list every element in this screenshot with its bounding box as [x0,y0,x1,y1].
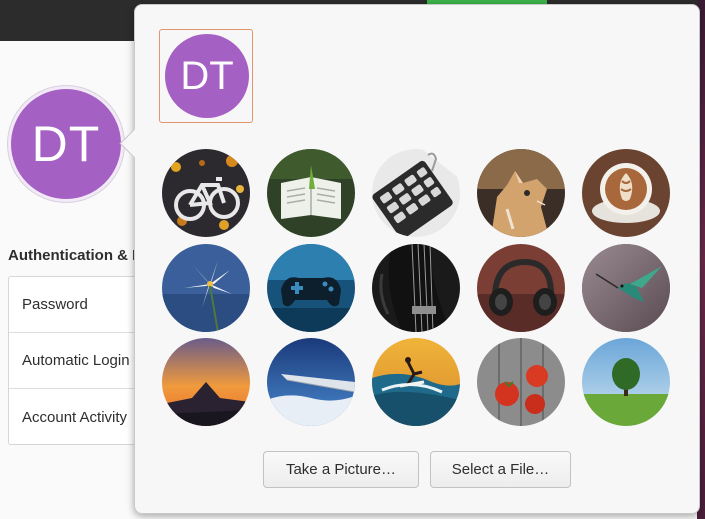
avatar-picture-grid [162,149,672,427]
avatar-option-tree[interactable] [582,338,670,426]
hummingbird-picture-icon [582,244,670,332]
avatar-option-plane[interactable] [267,338,355,426]
book-picture-icon [267,149,355,237]
avatar-option-tomatoes[interactable] [477,338,565,426]
password-label: Password [22,296,88,313]
select-file-button[interactable]: Select a File… [430,451,571,488]
screen: DT Authentication & Login Password Autom… [0,0,705,519]
select-file-label: Select a File… [451,461,550,478]
tree-picture-icon [582,338,670,426]
headphones-picture-icon [477,244,565,332]
mountain-picture-icon [162,338,250,426]
current-avatar-option[interactable]: DT [159,29,253,123]
avatar-option-surfer[interactable] [372,338,460,426]
surfer-picture-icon [372,338,460,426]
guitar-picture-icon [372,244,460,332]
avatar-option-hummingbird[interactable] [582,244,670,332]
current-avatar: DT [165,34,249,118]
avatar-option-guitar[interactable] [372,244,460,332]
user-avatar-button[interactable]: DT [8,86,124,202]
popover-arrow-cover [135,125,149,161]
take-picture-button[interactable]: Take a Picture… [263,451,419,488]
avatar-option-flower[interactable] [162,244,250,332]
avatar-option-calculator[interactable] [372,149,460,237]
tomatoes-picture-icon [477,338,565,426]
avatar-option-book[interactable] [267,149,355,237]
avatar-option-cat[interactable] [477,149,565,237]
avatar-option-mountain[interactable] [162,338,250,426]
take-picture-label: Take a Picture… [285,461,397,478]
flower-picture-icon [162,244,250,332]
bicycle-picture-icon [162,149,250,237]
cat-picture-icon [477,149,565,237]
automatic-login-label: Automatic Login [22,352,130,369]
account-activity-label: Account Activity [22,408,128,426]
current-avatar-initials: DT [180,53,234,98]
user-avatar-initials: DT [31,116,101,172]
calculator-picture-icon [372,149,460,237]
gamepad-picture-icon [267,244,355,332]
avatar-option-headphones[interactable] [477,244,565,332]
avatar-option-coffee[interactable] [582,149,670,237]
avatar-option-bicycle[interactable] [162,149,250,237]
avatar-option-gamepad[interactable] [267,244,355,332]
plane-picture-icon [267,338,355,426]
coffee-picture-icon [582,149,670,237]
